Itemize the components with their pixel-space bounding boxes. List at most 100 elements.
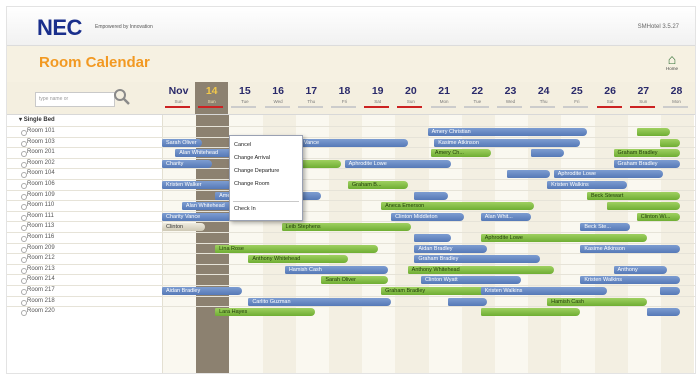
date-number: 14 bbox=[205, 85, 218, 97]
booking-bar[interactable]: Aidan Bradley bbox=[414, 244, 488, 253]
date-number: 25 bbox=[571, 85, 583, 97]
booking-bar[interactable]: Sarah Oliver bbox=[321, 276, 388, 285]
date-weekday: Wed bbox=[505, 99, 516, 104]
date-number: 24 bbox=[537, 85, 550, 97]
date-column[interactable]: 17 Thu bbox=[295, 82, 328, 114]
month-first-day: Sun bbox=[174, 99, 183, 104]
home-icon: ⌂ bbox=[667, 51, 677, 67]
date-column[interactable]: 21 Mon bbox=[428, 82, 461, 114]
booking-bar[interactable]: Aphrodite Lowe bbox=[480, 234, 647, 242]
room-name: Room 111 bbox=[27, 212, 54, 219]
date-column[interactable]: 27 Sun bbox=[627, 82, 660, 114]
booking-bar[interactable]: Aidan Bradley bbox=[162, 287, 242, 295]
date-column[interactable]: 22 Tue bbox=[461, 82, 494, 114]
booking-bar[interactable] bbox=[646, 308, 680, 317]
booking-bar[interactable]: Aphrodite Lowe bbox=[344, 159, 451, 168]
day-marker bbox=[231, 106, 257, 108]
menu-item-change-room[interactable]: Change Room bbox=[234, 181, 269, 187]
booking-bar[interactable]: Amery Christian bbox=[427, 128, 587, 136]
booking-bar[interactable] bbox=[414, 234, 451, 242]
date-column[interactable]: 18 Fri bbox=[328, 82, 361, 114]
section-single-bed[interactable]: ▾ Single Bed bbox=[7, 115, 695, 126]
booking-bar[interactable]: Graham Bradley bbox=[381, 287, 488, 295]
date-column[interactable]: 23 Wed bbox=[494, 82, 527, 114]
date-column[interactable]: 25 Fri bbox=[560, 82, 593, 114]
booking-bar[interactable]: Kasime Atkinson bbox=[434, 138, 581, 147]
date-weekday: Tue bbox=[473, 99, 482, 104]
booking-bar[interactable] bbox=[480, 308, 581, 317]
date-column[interactable]: 28 Mon bbox=[660, 82, 693, 114]
booking-bar[interactable]: Lara Hayes bbox=[215, 308, 315, 317]
date-column[interactable]: 19 Sat bbox=[361, 82, 394, 114]
date-column[interactable]: 14 Sun bbox=[195, 82, 229, 114]
booking-bar[interactable]: Graham Bradley bbox=[613, 149, 680, 158]
booking-bar[interactable]: Clinton Middleton bbox=[391, 212, 465, 221]
room-name: Room 106 bbox=[27, 181, 55, 187]
booking-bar[interactable] bbox=[414, 191, 448, 200]
booking-bar[interactable]: Beck Ste... bbox=[580, 223, 631, 232]
room-name: Room 212 bbox=[27, 255, 55, 262]
booking-bar[interactable]: Graham Bradley bbox=[613, 159, 680, 168]
booking-bar[interactable] bbox=[636, 128, 670, 136]
booking-bar[interactable]: Kristen Walkins bbox=[480, 287, 607, 295]
search-icon[interactable] bbox=[113, 88, 131, 106]
booking-bar[interactable] bbox=[660, 287, 680, 295]
booking-bar[interactable]: Hamish Cash bbox=[284, 265, 388, 274]
booking-bar[interactable] bbox=[530, 149, 564, 158]
booking-bar[interactable]: Hamish Cash bbox=[547, 297, 647, 306]
booking-bar[interactable]: Graham Bradley bbox=[414, 255, 541, 264]
day-marker bbox=[563, 106, 589, 108]
room-name: Room 213 bbox=[27, 265, 55, 272]
top-bar: NEC Empowered by Innovation SMHotel 3.5.… bbox=[7, 7, 695, 46]
booking-bar[interactable]: Graham B... bbox=[347, 181, 408, 189]
menu-item-cancel[interactable]: Cancel bbox=[234, 142, 251, 148]
booking-bar[interactable]: Clinton Wi... bbox=[636, 212, 680, 221]
home-button[interactable]: ⌂ Home bbox=[659, 52, 685, 78]
booking-bar[interactable]: Clinton Wyatt bbox=[420, 276, 521, 285]
date-column[interactable]: 15 Tue bbox=[228, 82, 261, 114]
date-column[interactable]: 16 Wed bbox=[262, 82, 295, 114]
booking-bar[interactable] bbox=[447, 297, 488, 306]
booking-bar[interactable]: Anthony Whitehead bbox=[248, 255, 348, 264]
room-name: Room 202 bbox=[27, 159, 55, 166]
booking-bar[interactable]: Alan Whit... bbox=[480, 212, 531, 221]
booking-bar[interactable]: Aphrodite Lowe bbox=[553, 170, 664, 179]
date-column[interactable]: 24 Thu bbox=[527, 82, 560, 114]
menu-item-change-departure[interactable]: Change Departure bbox=[234, 168, 279, 174]
date-number: 17 bbox=[305, 85, 318, 97]
booking-bar[interactable] bbox=[507, 170, 551, 179]
booking-bar[interactable]: Carlito Guzman bbox=[248, 297, 392, 306]
booking-bar[interactable]: Charity bbox=[162, 159, 212, 168]
booking-bar[interactable]: Anthony bbox=[613, 265, 667, 274]
booking-bar[interactable]: Kristen Walker bbox=[162, 181, 239, 189]
booking-bar[interactable]: Amery Ch... bbox=[430, 149, 491, 158]
booking-bar[interactable]: Linda Vance bbox=[284, 138, 408, 147]
section-label: ▾ Single Bed bbox=[19, 117, 55, 123]
booking-bar[interactable]: Kristen Walkins bbox=[580, 276, 680, 285]
month-column: Nov Sun bbox=[162, 82, 195, 114]
booking-bar[interactable]: Aneca Emerson bbox=[381, 202, 534, 211]
search-input[interactable]: type name or bbox=[35, 92, 115, 107]
booking-bar[interactable]: Clinton bbox=[162, 223, 206, 232]
date-weekday: Sun bbox=[406, 99, 415, 104]
booking-bar[interactable] bbox=[660, 138, 680, 147]
room-name: Room 209 bbox=[27, 244, 55, 251]
day-marker bbox=[530, 106, 556, 108]
date-number: 20 bbox=[405, 85, 417, 97]
menu-item-check-in[interactable]: Check In bbox=[234, 206, 256, 212]
date-weekday: Sun bbox=[639, 99, 648, 104]
booking-bar[interactable]: Anthony Whitehead bbox=[407, 265, 554, 274]
menu-item-change-arrival[interactable]: Change Arrival bbox=[234, 155, 270, 161]
booking-bar[interactable]: Beck Stewart bbox=[586, 191, 680, 200]
booking-bar[interactable]: Sarah Oliver bbox=[162, 138, 202, 147]
booking-bar[interactable]: Lina Rose bbox=[215, 244, 378, 253]
booking-bar[interactable]: Leib Stephens bbox=[281, 223, 411, 232]
date-weekday: Wed bbox=[273, 99, 283, 104]
booking-bar[interactable]: Kasime Atkinson bbox=[580, 244, 680, 253]
date-column[interactable]: 26 Sat bbox=[594, 82, 627, 114]
date-weekday: Mon bbox=[672, 99, 681, 104]
booking-bar[interactable]: Kristen Walkins bbox=[547, 181, 627, 189]
version-label: SMHotel 3.5.27 bbox=[637, 24, 679, 30]
booking-bar[interactable] bbox=[606, 202, 680, 211]
date-column[interactable]: 20 Sun bbox=[394, 82, 427, 114]
